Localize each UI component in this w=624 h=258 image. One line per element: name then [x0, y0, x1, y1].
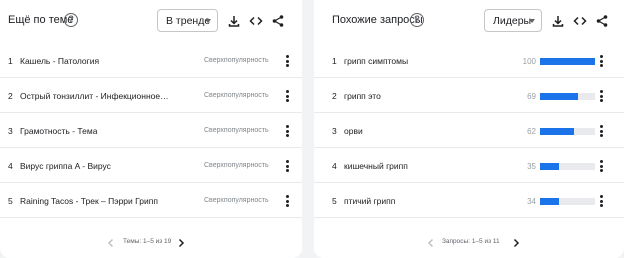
download-icon[interactable]	[227, 14, 241, 28]
chevron-right-icon[interactable]	[176, 238, 186, 248]
topic-row[interactable]: 1 Кашель - Патология Сверхпопулярность	[0, 44, 302, 78]
chevron-left-icon[interactable]	[426, 238, 436, 248]
value-bar-fill	[540, 163, 560, 170]
row-label[interactable]: грипп это	[344, 91, 494, 101]
query-row[interactable]: 5 птичий грипп 34	[314, 184, 624, 218]
value-bar-fill	[540, 198, 559, 205]
topic-row[interactable]: 3 Грамотность - Тема Сверхпопулярность	[0, 114, 302, 148]
row-status: Сверхпопулярность	[204, 127, 269, 134]
row-status: Сверхпопулярность	[204, 57, 269, 64]
more-vert-icon[interactable]	[283, 160, 291, 172]
row-value: 100	[522, 57, 536, 66]
row-label[interactable]: Грамотность - Тема	[20, 126, 170, 136]
row-status: Сверхпопулярность	[204, 162, 269, 169]
row-label[interactable]: Кашель - Патология	[20, 56, 170, 66]
more-vert-icon[interactable]	[283, 90, 291, 102]
topic-row[interactable]: 2 Острый тонзиллит - Инфекционное забо… …	[0, 79, 302, 113]
row-rank: 4	[8, 161, 13, 171]
row-value: 34	[527, 197, 536, 206]
row-status: Сверхпопулярность	[204, 92, 269, 99]
queries-header: Похожие запросы ? Лидеры	[314, 9, 624, 33]
caret-down-icon	[205, 19, 211, 23]
share-icon[interactable]	[595, 14, 609, 28]
query-row[interactable]: 3 орви 62	[314, 114, 624, 148]
more-vert-icon[interactable]	[597, 90, 605, 102]
value-bar	[540, 58, 595, 65]
query-row[interactable]: 2 грипп это 69	[314, 79, 624, 113]
queries-filter-value: Лидеры	[493, 15, 532, 27]
topics-header: Ещё по теме ? В тренде	[0, 9, 302, 33]
topics-filter-value: В тренде	[166, 15, 211, 27]
value-bar	[540, 163, 595, 170]
help-circle-icon[interactable]: ?	[64, 13, 78, 27]
share-icon[interactable]	[271, 14, 285, 28]
more-vert-icon[interactable]	[597, 125, 605, 137]
row-rank: 3	[332, 126, 337, 136]
row-rank: 1	[332, 56, 337, 66]
more-vert-icon[interactable]	[283, 125, 291, 137]
row-label[interactable]: грипп симптомы	[344, 56, 494, 66]
more-vert-icon[interactable]	[283, 195, 291, 207]
queries-pagination: Запросы: 1–5 из 11	[314, 237, 624, 249]
value-bar-fill	[540, 58, 595, 65]
chevron-right-icon[interactable]	[511, 238, 521, 248]
topic-row[interactable]: 5 Raining Tacos - Трек – Пэрри Грипп Све…	[0, 184, 302, 218]
download-icon[interactable]	[551, 14, 565, 28]
topics-filter-select[interactable]: В тренде	[157, 9, 218, 32]
row-value: 62	[527, 127, 536, 136]
more-vert-icon[interactable]	[597, 195, 605, 207]
embed-code-icon[interactable]	[249, 14, 263, 28]
row-rank: 1	[8, 56, 13, 66]
value-bar	[540, 128, 595, 135]
query-row[interactable]: 4 кишечный грипп 35	[314, 149, 624, 183]
pagination-label: Темы: 1–5 из 19	[123, 238, 172, 245]
chevron-left-icon[interactable]	[106, 238, 116, 248]
row-rank: 5	[8, 196, 13, 206]
row-label[interactable]: Raining Tacos - Трек – Пэрри Грипп	[20, 196, 170, 206]
row-rank: 3	[8, 126, 13, 136]
row-status: Сверхпопулярность	[204, 197, 269, 204]
topic-row[interactable]: 4 Вирус гриппа A - Вирус Сверхпопулярнос…	[0, 149, 302, 183]
more-vert-icon[interactable]	[597, 160, 605, 172]
value-bar	[540, 93, 595, 100]
row-label[interactable]: Острый тонзиллит - Инфекционное забо…	[20, 91, 170, 101]
related-topics-card: Ещё по теме ? В тренде 1 Кашель - Патоло…	[0, 0, 302, 258]
embed-code-icon[interactable]	[573, 14, 587, 28]
row-rank: 4	[332, 161, 337, 171]
row-label[interactable]: орви	[344, 126, 494, 136]
more-vert-icon[interactable]	[283, 55, 291, 67]
query-row[interactable]: 1 грипп симптомы 100	[314, 44, 624, 78]
caret-down-icon	[529, 19, 535, 23]
row-rank: 2	[8, 91, 13, 101]
row-label[interactable]: птичий грипп	[344, 196, 494, 206]
help-circle-icon[interactable]: ?	[410, 13, 424, 27]
row-rank: 5	[332, 196, 337, 206]
row-value: 35	[527, 162, 536, 171]
row-value: 69	[527, 92, 536, 101]
pagination-label: Запросы: 1–5 из 11	[442, 238, 500, 245]
queries-filter-select[interactable]: Лидеры	[484, 9, 542, 32]
row-label[interactable]: кишечный грипп	[344, 161, 494, 171]
topics-pagination: Темы: 1–5 из 19	[0, 237, 302, 249]
value-bar-fill	[540, 93, 578, 100]
more-vert-icon[interactable]	[597, 55, 605, 67]
value-bar	[540, 198, 595, 205]
row-label[interactable]: Вирус гриппа A - Вирус	[20, 161, 170, 171]
value-bar-fill	[540, 128, 575, 135]
related-queries-card: Похожие запросы ? Лидеры 1 грипп симптом…	[314, 0, 624, 258]
row-rank: 2	[332, 91, 337, 101]
